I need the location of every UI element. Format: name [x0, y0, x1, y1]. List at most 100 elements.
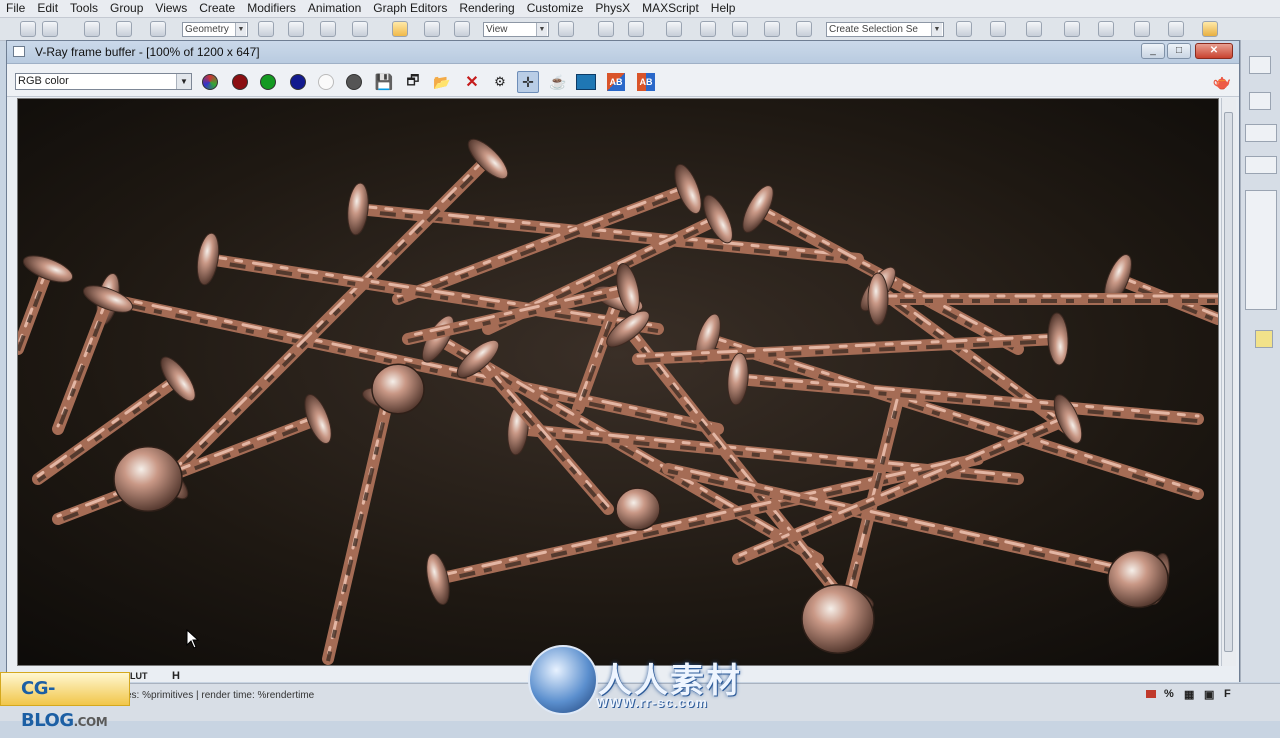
link-icon[interactable]	[84, 21, 100, 37]
clear-image-icon[interactable]: ✕	[461, 71, 483, 93]
modify-tab-icon[interactable]	[1249, 56, 1271, 74]
modifier-stack-item[interactable]	[1245, 156, 1277, 174]
rusty-nails-render	[18, 99, 1218, 665]
scrollbar-thumb[interactable]	[1224, 112, 1233, 652]
schematic-view-icon[interactable]	[1134, 21, 1150, 37]
maximize-button[interactable]: □	[1167, 43, 1191, 59]
reference-coordinate-value: View	[486, 24, 508, 35]
maximize-label: □	[1175, 45, 1183, 56]
track-mouse-icon[interactable]: ✛	[517, 71, 539, 93]
render-last-icon[interactable]: ☕	[547, 71, 569, 93]
menu-edit[interactable]: Edit	[31, 0, 64, 17]
redo-icon[interactable]	[42, 21, 58, 37]
vertical-scrollbar[interactable]	[1221, 98, 1236, 666]
nail-head-foreground	[371, 363, 425, 415]
red-channel-icon[interactable]	[229, 71, 251, 93]
menu-views[interactable]: Views	[149, 0, 193, 17]
ab-compare-vertical-icon[interactable]: AB	[635, 71, 657, 93]
vfb-toolbar: RGB color ▼ 💾 🗗 📂 ✕ ⚙ ✛ ☕ AB AB 🫖	[7, 64, 1239, 97]
render-channel-value: RGB color	[18, 75, 69, 87]
cg-blog-watermark: CG-BLOG.COM	[0, 672, 130, 731]
ab-compare-horizontal-icon[interactable]: AB	[605, 71, 627, 93]
renren-url: WWW.rr-sc.com	[596, 695, 708, 710]
minimize-button[interactable]: _	[1141, 43, 1165, 59]
vfb-title-bar[interactable]: V-Ray frame buffer - [100% of 1200 x 647…	[7, 41, 1239, 64]
undo-icon[interactable]	[20, 21, 36, 37]
select-by-name-icon[interactable]	[288, 21, 304, 37]
load-image-icon[interactable]: 📂	[431, 71, 453, 93]
teapot-render-icon[interactable]: 🫖	[1211, 71, 1233, 93]
render-stats-text: es: %primitives | render time: %renderti…	[126, 690, 315, 701]
render-image[interactable]	[17, 98, 1219, 666]
bind-space-warp-icon[interactable]	[150, 21, 166, 37]
reference-coordinate-dropdown[interactable]: View ▼	[483, 22, 549, 37]
select-and-scale-icon[interactable]	[454, 21, 470, 37]
modifier-list-dropdown[interactable]	[1245, 124, 1277, 142]
lut-button[interactable]: LUT	[130, 671, 148, 681]
edit-named-selection-icon[interactable]	[796, 21, 812, 37]
menu-maxscript[interactable]: MAXScript	[636, 0, 705, 17]
rgb-channels-icon[interactable]	[199, 71, 221, 93]
frame-icon[interactable]: F	[1224, 688, 1231, 700]
menu-rendering[interactable]: Rendering	[453, 0, 520, 17]
menu-modifiers[interactable]: Modifiers	[241, 0, 302, 17]
nail-head	[867, 272, 889, 326]
select-and-move-icon[interactable]	[392, 21, 408, 37]
unlink-icon[interactable]	[116, 21, 132, 37]
close-label: ✕	[1209, 45, 1219, 56]
object-color-swatch[interactable]	[1255, 330, 1273, 348]
rectangular-selection-icon[interactable]	[320, 21, 336, 37]
history-button[interactable]: H	[172, 670, 180, 682]
menu-graph-editors[interactable]: Graph Editors	[367, 0, 453, 17]
monochrome-icon[interactable]	[343, 71, 365, 93]
alpha-channel-icon[interactable]	[315, 71, 337, 93]
material-editor-icon[interactable]	[1168, 21, 1184, 37]
duplicate-to-max-vfb-icon[interactable]: ⚙	[489, 71, 511, 93]
blue-channel-icon[interactable]	[287, 71, 309, 93]
percent-icon[interactable]: %	[1164, 688, 1174, 700]
main-toolbar: Geometry ▼ View ▼ Create Selection Se ▼	[0, 18, 1280, 41]
stop-icon[interactable]	[1146, 690, 1156, 698]
window-crossing-icon[interactable]	[352, 21, 368, 37]
menu-physx[interactable]: PhysX	[589, 0, 636, 17]
mirror-icon[interactable]	[956, 21, 972, 37]
snaps-toggle-icon[interactable]	[666, 21, 682, 37]
selection-filter-dropdown[interactable]: Geometry ▼	[182, 22, 248, 37]
menu-customize[interactable]: Customize	[521, 0, 590, 17]
align-icon[interactable]	[990, 21, 1006, 37]
menu-create[interactable]: Create	[193, 0, 241, 17]
select-object-icon[interactable]	[258, 21, 274, 37]
curve-editor-icon[interactable]	[1098, 21, 1114, 37]
chevron-down-icon: ▼	[235, 23, 246, 36]
angle-snap-icon[interactable]	[700, 21, 716, 37]
renren-watermark: 人人素材 WWW.rr-sc.com	[528, 645, 764, 720]
named-selection-value: Create Selection Se	[829, 24, 918, 35]
close-button[interactable]: ✕	[1195, 43, 1233, 59]
select-and-rotate-icon[interactable]	[424, 21, 440, 37]
key-mode-icon[interactable]: ▣	[1204, 688, 1214, 701]
save-all-channels-icon[interactable]: 🗗	[402, 71, 424, 93]
render-channel-dropdown[interactable]: RGB color ▼	[15, 73, 192, 90]
spinner-snap-icon[interactable]	[764, 21, 780, 37]
menu-animation[interactable]: Animation	[302, 0, 367, 17]
menu-tools[interactable]: Tools	[64, 0, 104, 17]
save-image-icon[interactable]: 💾	[373, 71, 395, 93]
graphite-modeling-icon[interactable]	[1064, 21, 1080, 37]
green-channel-icon[interactable]	[257, 71, 279, 93]
show-corrections-icon[interactable]	[575, 71, 597, 93]
menu-group[interactable]: Group	[104, 0, 149, 17]
vray-frame-buffer-window: V-Ray frame buffer - [100% of 1200 x 647…	[6, 40, 1240, 682]
chevron-down-icon: ▼	[931, 23, 942, 36]
menu-help[interactable]: Help	[705, 0, 742, 17]
layer-manager-icon[interactable]	[1026, 21, 1042, 37]
keyboard-shortcut-override-icon[interactable]	[628, 21, 644, 37]
percent-snap-icon[interactable]	[732, 21, 748, 37]
named-selection-dropdown[interactable]: Create Selection Se ▼	[826, 22, 944, 37]
pivot-point-icon[interactable]	[558, 21, 574, 37]
menu-file[interactable]: File	[0, 0, 31, 17]
hierarchy-tab-icon[interactable]	[1249, 92, 1271, 110]
render-setup-icon[interactable]	[1202, 21, 1218, 37]
modifier-stack-list[interactable]	[1245, 190, 1277, 310]
select-manipulate-icon[interactable]	[598, 21, 614, 37]
grid-icon[interactable]: ▦	[1184, 688, 1194, 701]
